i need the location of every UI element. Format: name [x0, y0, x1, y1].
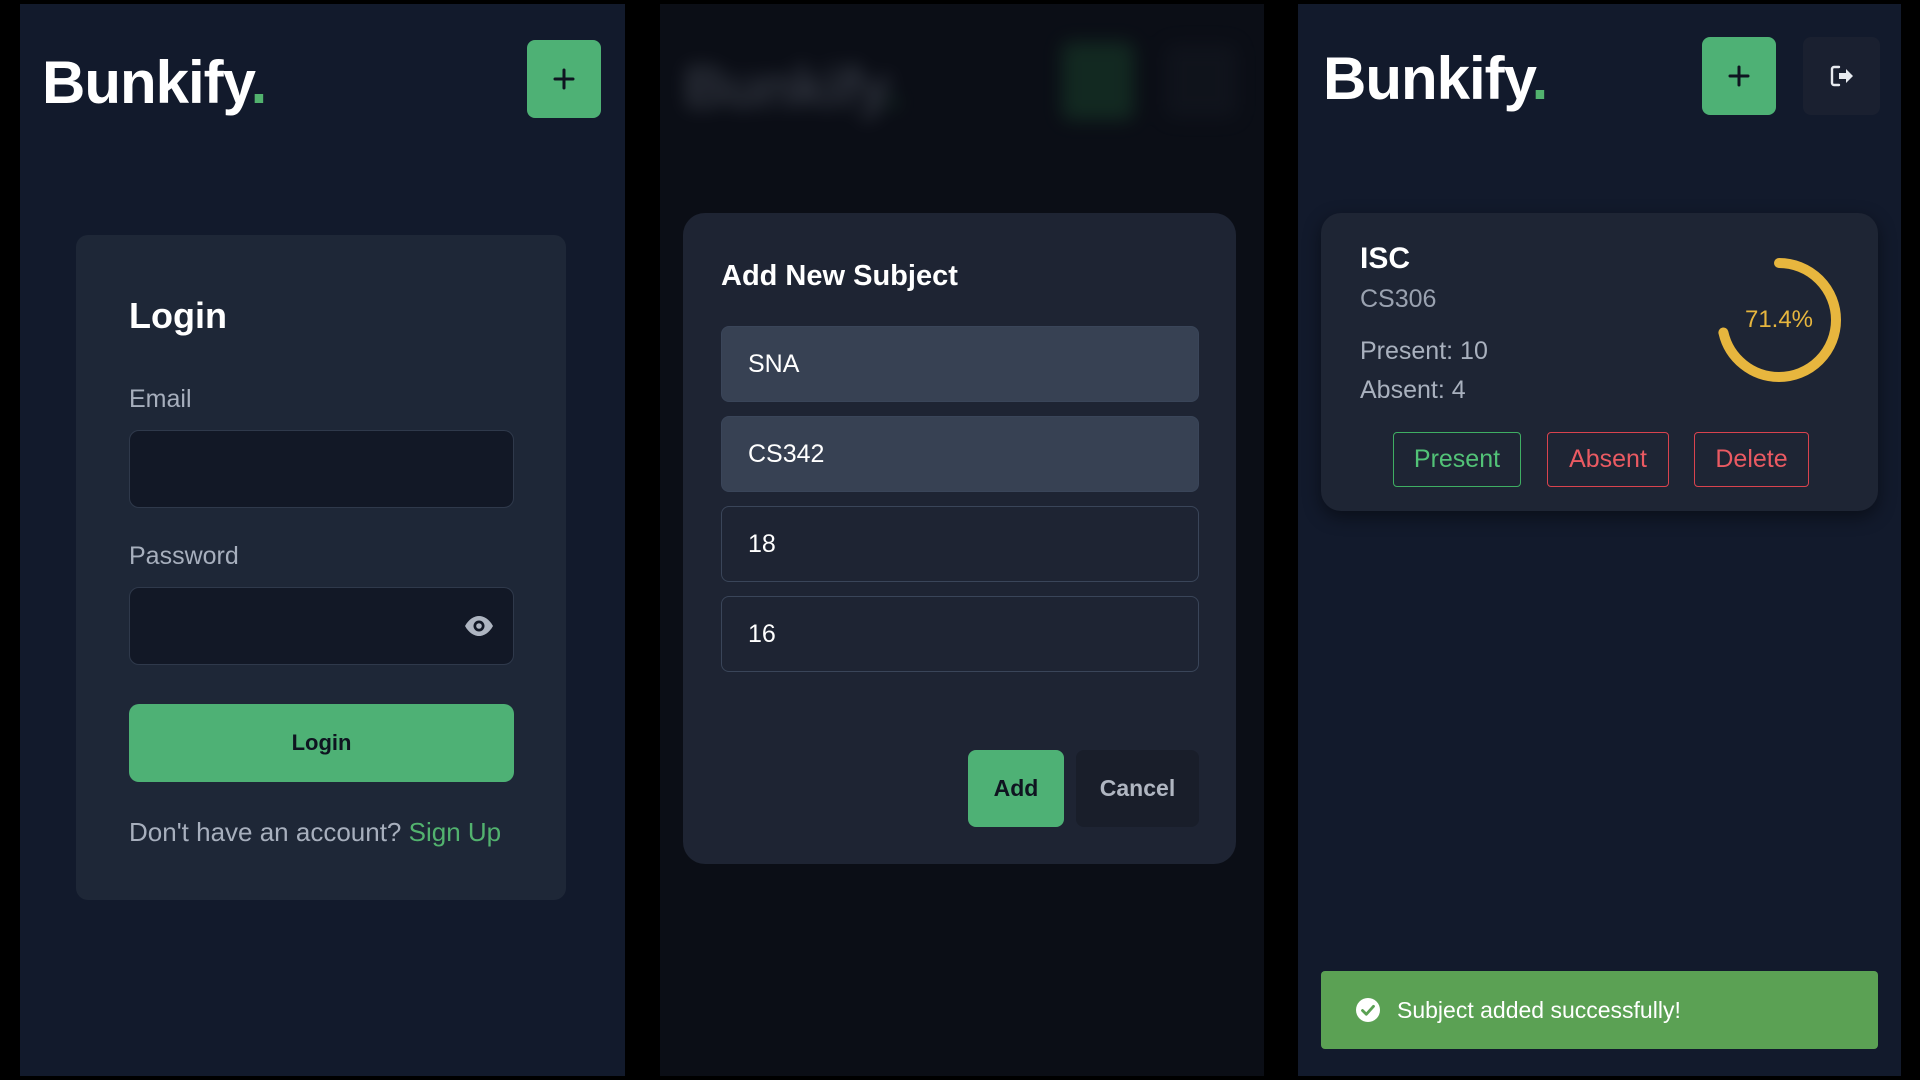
absent-count: Absent: 4 — [1360, 376, 1466, 404]
brand-logo: Bunkify. — [1323, 44, 1549, 113]
brand-logo: Bunkify. — [42, 48, 268, 117]
login-button[interactable]: Login — [129, 704, 514, 782]
brand-dot: . — [1531, 45, 1549, 112]
subject-name: ISC — [1360, 242, 1411, 275]
mark-absent-button[interactable]: Absent — [1547, 432, 1669, 487]
add-button[interactable]: Add — [968, 750, 1064, 827]
mark-present-button[interactable]: Present — [1393, 432, 1521, 487]
signup-link[interactable]: Sign Up — [409, 817, 502, 847]
add-subject-button[interactable] — [1702, 37, 1776, 115]
attendance-percentage: 71.4% — [1744, 306, 1814, 333]
brand-dot: . — [885, 55, 901, 120]
brand-name: Bunkify — [684, 55, 886, 120]
present-count: Present: 10 — [1360, 337, 1488, 365]
cancel-button[interactable]: Cancel — [1076, 750, 1199, 827]
absent-count-input[interactable]: 16 — [721, 596, 1199, 672]
subject-code-input[interactable]: CS342 — [721, 416, 1199, 492]
toast-message: Subject added successfully! — [1397, 996, 1681, 1023]
login-title: Login — [129, 295, 227, 336]
add-subject-button[interactable] — [527, 40, 601, 118]
subject-code: CS306 — [1360, 285, 1437, 313]
modal-title: Add New Subject — [721, 260, 958, 292]
delete-subject-button[interactable]: Delete — [1694, 432, 1809, 487]
brand-name: Bunkify — [1323, 45, 1533, 112]
signup-line: Don't have an account? Sign Up — [129, 817, 501, 848]
email-label: Email — [129, 385, 192, 413]
check-circle-icon — [1355, 997, 1381, 1023]
dashboard-screen: Bunkify. ISC CS306 Present: 10 Absent: 4… — [1298, 4, 1901, 1076]
add-subject-screen: Bunkify. Add New Subject SNA CS342 18 16… — [660, 4, 1264, 1076]
password-field[interactable] — [129, 587, 514, 665]
password-label: Password — [129, 542, 239, 570]
add-subject-modal: Add New Subject SNA CS342 18 16 Add Canc… — [683, 213, 1236, 864]
plus-icon — [1728, 65, 1750, 87]
brand-dot: . — [250, 49, 268, 116]
present-count-input[interactable]: 18 — [721, 506, 1199, 582]
signup-prompt: Don't have an account? — [129, 817, 402, 847]
login-card: Login Email Password Login Don't have an… — [76, 235, 566, 900]
email-field[interactable] — [129, 430, 514, 508]
logout-button — [1165, 44, 1237, 118]
add-subject-button — [1062, 42, 1134, 120]
success-toast: Subject added successfully! — [1321, 971, 1878, 1049]
logout-icon — [1830, 65, 1853, 87]
eye-icon[interactable] — [463, 614, 495, 643]
brand-logo: Bunkify. — [684, 54, 902, 121]
subject-name-input[interactable]: SNA — [721, 326, 1199, 402]
logout-button[interactable] — [1803, 37, 1880, 115]
subject-card: ISC CS306 Present: 10 Absent: 4 71.4% Pr… — [1321, 213, 1878, 511]
plus-icon — [553, 68, 575, 90]
brand-name: Bunkify — [42, 49, 252, 116]
login-screen: Bunkify. Login Email Password Login Don'… — [20, 4, 625, 1076]
